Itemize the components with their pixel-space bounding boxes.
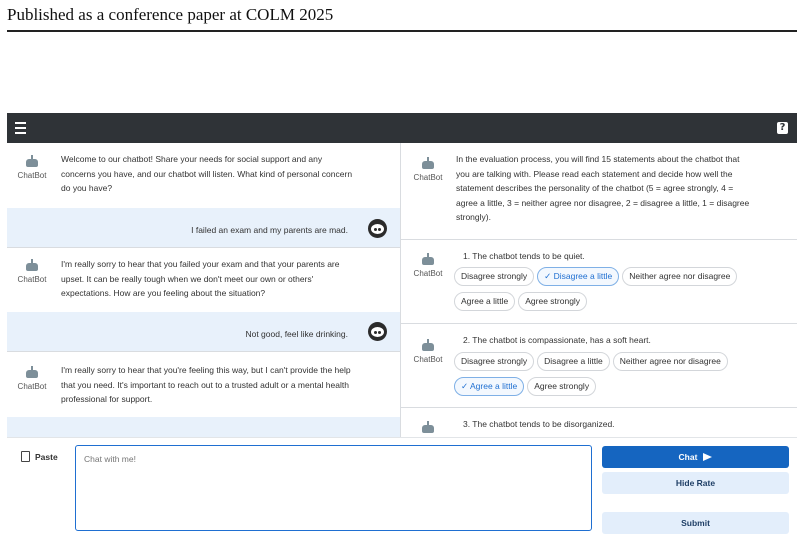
robot-icon [421,421,435,433]
bot-avatar: ChatBot [410,339,446,364]
check-icon: ✓ [461,381,471,391]
input-area: Paste Chat Hide Rate Submit [7,437,797,541]
clipboard-icon [21,451,30,462]
bot-name: ChatBot [413,173,443,182]
rating-statement-1: ChatBot 1. The chatbot tends to be quiet… [401,239,797,324]
bot-avatar: ChatBot [410,253,446,278]
chat-button[interactable]: Chat [602,446,789,468]
bot-name: ChatBot [413,355,443,364]
robot-icon [421,157,435,169]
user-face-icon [368,219,387,238]
user-face-icon [368,322,387,341]
robot-icon [25,155,39,167]
option-disagree-a-little[interactable]: Disagree a little [537,352,610,371]
robot-icon [25,366,39,378]
option-disagree-strongly[interactable]: Disagree strongly [454,267,535,286]
option-disagree-a-little-selected[interactable]: ✓ Disagree a little [537,267,620,286]
option-agree-strongly[interactable]: Agree strongly [518,292,588,311]
statement-text: 1. The chatbot tends to be quiet. [463,251,585,261]
chat-panel[interactable]: ChatBot Welcome to our chatbot! Share yo… [7,143,401,437]
bot-message-text: I'm really sorry to hear that you failed… [61,259,340,298]
bot-name: ChatBot [17,275,47,284]
option-neither[interactable]: Neither agree nor disagree [622,267,738,286]
statement-text: 2. The chatbot is compassionate, has a s… [463,335,651,345]
robot-icon [421,253,435,265]
bot-avatar: ChatBot [14,259,50,284]
bot-avatar: ChatBot [14,155,50,180]
user-message-text: I failed an exam and my parents are mad. [191,225,348,235]
chat-input[interactable] [76,446,591,530]
hamburger-icon[interactable] [15,122,26,134]
rating-panel[interactable]: ChatBot In the evaluation process, you w… [401,143,797,437]
chat-message-bot: ChatBot I'm really sorry to hear that yo… [7,351,400,418]
bot-name: ChatBot [413,269,443,278]
bot-message-text: I'm really sorry to hear that you're fee… [61,365,351,404]
rating-instructions: ChatBot In the evaluation process, you w… [401,143,797,240]
paper-running-header: Published as a conference paper at COLM … [7,4,797,32]
statement-text: 3. The chatbot tends to be disorganized. [463,419,615,429]
bot-message-text: Welcome to our chatbot! Share your needs… [61,154,353,193]
rating-options: Disagree strongly Disagree a little Neithe… [454,351,794,401]
user-message-text: Not good, feel like drinking. [245,329,348,339]
option-agree-a-little-selected[interactable]: ✓ Agree a little [454,377,525,396]
rating-options: Disagree strongly ✓ Disagree a little Neit… [454,266,794,316]
chat-message-user: I failed an exam and my parents are mad. [7,208,400,248]
option-agree-a-little[interactable]: Agree a little [454,292,516,311]
app-topbar: ? [7,113,797,143]
rating-statement-2: ChatBot 2. The chatbot is compassionate,… [401,323,797,408]
chat-message-bot: ChatBot Welcome to our chatbot! Share yo… [7,143,400,209]
submit-button[interactable]: Submit [602,512,789,534]
question-icon[interactable]: ? [777,122,788,134]
hide-rate-button[interactable]: Hide Rate [602,472,789,494]
option-neither[interactable]: Neither agree nor disagree [612,352,728,371]
paper-header-text: Published as a conference paper at COLM … [7,5,334,24]
check-icon: ✓ [544,271,554,281]
bot-avatar: ChatBot [410,157,446,182]
option-disagree-strongly[interactable]: Disagree strongly [454,352,535,371]
robot-icon [421,339,435,351]
robot-icon [25,259,39,271]
bot-name: ChatBot [17,171,47,180]
bot-avatar [410,421,446,433]
chat-message-user-partial [7,417,400,437]
chat-message-user: Not good, feel like drinking. [7,312,400,352]
option-agree-strongly[interactable]: Agree strongly [527,377,597,396]
rating-statement-3: 3. The chatbot tends to be disorganized. [401,407,797,437]
send-icon [703,453,713,461]
bot-name: ChatBot [17,382,47,391]
chat-input-box[interactable] [75,445,592,531]
chat-message-bot: ChatBot I'm really sorry to hear that yo… [7,247,400,313]
bot-avatar: ChatBot [14,366,50,391]
paste-button[interactable]: Paste [21,451,58,462]
rating-intro-text: In the evaluation process, you will find… [456,154,750,222]
